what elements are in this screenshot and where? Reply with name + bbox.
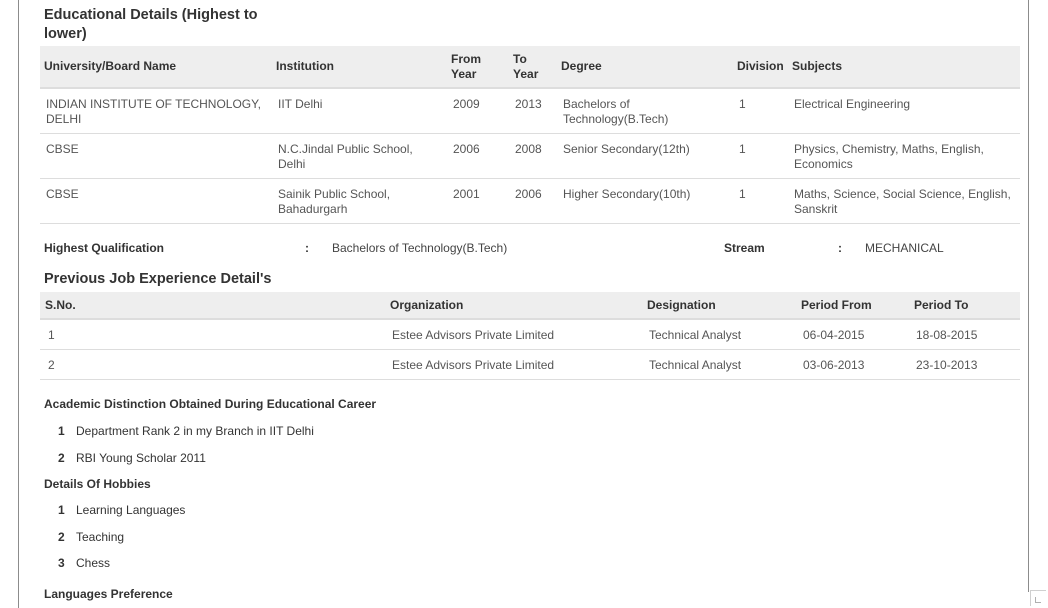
subjects-cell: Maths, Science, Social Science, English,…	[788, 178, 1020, 224]
division-cell: 1	[733, 178, 788, 224]
list-item: 2 Teaching	[58, 530, 185, 557]
col-division: Division	[733, 46, 788, 89]
hobbies-heading: Details Of Hobbies	[44, 477, 151, 491]
university-cell: CBSE	[40, 178, 272, 224]
table-row: 1 Estee Advisors Private Limited Technic…	[40, 319, 1020, 350]
job-experience-table: S.No. Organization Designation Period Fr…	[40, 292, 1020, 380]
table-row: CBSE Sainik Public School, Bahadurgarh 2…	[40, 178, 1020, 224]
col-organization: Organization	[384, 292, 641, 320]
sno-cell: 1	[40, 319, 384, 350]
list-item-text: RBI Young Scholar 2011	[76, 450, 206, 465]
frame-right-border	[1028, 0, 1029, 592]
table-row: INDIAN INSTITUTE OF TECHNOLOGY, DELHI II…	[40, 88, 1020, 134]
from-year-cell: 2009	[447, 88, 509, 134]
list-item-number: 1	[58, 503, 65, 517]
list-item-text: Learning Languages	[76, 503, 186, 517]
degree-cell: Senior Secondary(12th)	[557, 133, 733, 179]
list-item-text: Chess	[76, 556, 111, 570]
profile-page: Educational Details (Highest to lower) U…	[0, 0, 1048, 608]
resize-corner-icon[interactable]	[1030, 590, 1046, 606]
education-header-row: University/Board Name Institution From Y…	[40, 46, 1020, 89]
col-degree: Degree	[557, 46, 733, 89]
list-item-text: Department Rank 2 in my Branch in IIT De…	[76, 424, 314, 438]
list-item: 3 Chess	[58, 556, 185, 583]
col-designation: Designation	[641, 292, 795, 320]
col-period-to: Period To	[908, 292, 1020, 320]
subjects-cell: Electrical Engineering	[788, 88, 1020, 134]
qualification-row: Highest Qualification : Bachelors of Tec…	[44, 241, 1020, 257]
job-experience-title: Previous Job Experience Detail's	[44, 271, 272, 287]
period-from-cell: 06-04-2015	[795, 319, 908, 350]
university-cell: INDIAN INSTITUTE OF TECHNOLOGY, DELHI	[40, 88, 272, 134]
to-year-cell: 2006	[509, 178, 557, 224]
subjects-cell: Physics, Chemistry, Maths, English, Econ…	[788, 133, 1020, 179]
table-row: CBSE N.C.Jindal Public School, Delhi 200…	[40, 133, 1020, 179]
to-year-cell: 2013	[509, 88, 557, 134]
institution-cell: Sainik Public School, Bahadurgarh	[272, 178, 447, 224]
education-table: University/Board Name Institution From Y…	[40, 46, 1020, 224]
col-from-year: From Year	[447, 46, 509, 89]
degree-cell: Higher Secondary(10th)	[557, 178, 733, 224]
table-row: 2 Estee Advisors Private Limited Technic…	[40, 349, 1020, 380]
period-from-cell: 03-06-2013	[795, 349, 908, 380]
col-period-from: Period From	[795, 292, 908, 320]
job-header-row: S.No. Organization Designation Period Fr…	[40, 292, 1020, 320]
designation-cell: Technical Analyst	[641, 349, 795, 380]
from-year-cell: 2006	[447, 133, 509, 179]
stream-separator: :	[838, 241, 842, 255]
highest-qualification-separator: :	[305, 241, 309, 255]
sno-cell: 2	[40, 349, 384, 380]
to-year-cell: 2008	[509, 133, 557, 179]
highest-qualification-label: Highest Qualification	[44, 241, 165, 255]
organization-cell: Estee Advisors Private Limited	[384, 349, 641, 380]
period-to-cell: 18-08-2015	[908, 319, 1020, 350]
list-item-text: Teaching	[76, 529, 125, 544]
col-subjects: Subjects	[788, 46, 1020, 89]
institution-cell: N.C.Jindal Public School, Delhi	[272, 133, 447, 179]
period-to-cell: 23-10-2013	[908, 349, 1020, 380]
degree-cell: Bachelors of Technology(B.Tech)	[557, 88, 733, 134]
col-institution: Institution	[272, 46, 447, 89]
distinctions-list: 1 Department Rank 2 in my Branch in IIT D…	[58, 424, 314, 477]
highest-qualification-value: Bachelors of Technology(B.Tech)	[332, 241, 508, 255]
stream-value: MECHANICAL	[865, 241, 944, 255]
education-title: Educational Details (Highest to lower)	[44, 7, 258, 42]
university-cell: CBSE	[40, 133, 272, 179]
designation-cell: Technical Analyst	[641, 319, 795, 350]
institution-cell: IIT Delhi	[272, 88, 447, 134]
col-university: University/Board Name	[40, 46, 272, 89]
list-item: 1 Department Rank 2 in my Branch in IIT D…	[58, 424, 314, 451]
col-sno: S.No.	[40, 292, 384, 320]
frame-left-border	[18, 0, 19, 608]
list-item: 1 Learning Languages	[58, 503, 185, 530]
from-year-cell: 2001	[447, 178, 509, 224]
col-to-year: To Year	[509, 46, 557, 89]
list-item-number: 1	[58, 424, 65, 438]
list-item-number: 2	[58, 450, 65, 465]
organization-cell: Estee Advisors Private Limited	[384, 319, 641, 350]
list-item-number: 3	[58, 556, 65, 570]
list-item: 2 RBI Young Scholar 2011	[58, 451, 314, 478]
list-item-number: 2	[58, 529, 65, 544]
division-cell: 1	[733, 88, 788, 134]
stream-label: Stream	[724, 241, 765, 255]
hobbies-list: 1 Learning Languages 2 Teaching 3 Chess	[58, 503, 185, 583]
distinctions-heading: Academic Distinction Obtained During Edu…	[44, 397, 377, 411]
division-cell: 1	[733, 133, 788, 179]
languages-heading: Languages Preference	[44, 587, 173, 601]
